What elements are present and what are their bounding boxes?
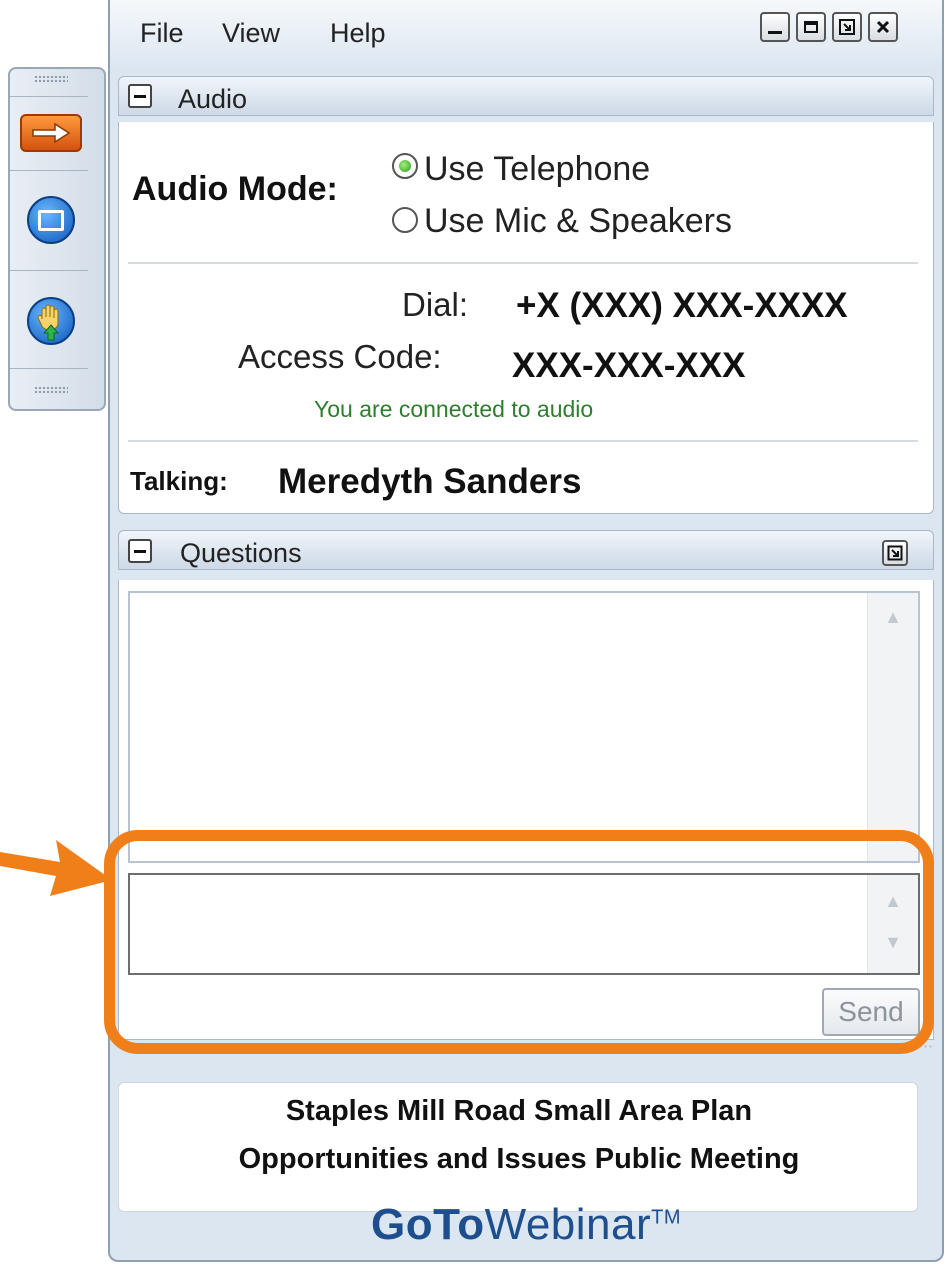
close-icon	[870, 14, 896, 40]
audio-divider	[128, 440, 918, 442]
toolbar-divider	[10, 170, 88, 171]
popout-icon	[884, 542, 906, 564]
audio-panel-title: Audio	[178, 84, 248, 114]
access-code-value: XXX-XXX-XXX	[512, 346, 746, 385]
audio-divider	[128, 262, 918, 264]
audio-mode-label: Audio Mode:	[132, 170, 338, 208]
collapse-questions-icon[interactable]	[128, 539, 152, 563]
talking-name: Meredyth Sanders	[278, 462, 582, 501]
arrow-right-icon[interactable]	[20, 114, 82, 152]
popout-questions-button[interactable]	[882, 540, 908, 566]
gotowebinar-logo: GoToWebinarTM	[370, 1200, 682, 1249]
minimize-button[interactable]	[760, 12, 790, 42]
toolbar-grip-top-icon[interactable]	[34, 75, 68, 83]
restore-icon	[834, 14, 860, 40]
toolbar-grip-bottom-icon[interactable]	[34, 386, 68, 394]
toolbar-divider	[10, 368, 88, 369]
talking-label: Talking:	[130, 466, 228, 496]
raise-hand-icon[interactable]	[27, 297, 75, 345]
radio-use-mic-speakers[interactable]	[392, 207, 418, 233]
menu-file[interactable]: File	[140, 18, 184, 49]
menu-help[interactable]: Help	[330, 18, 386, 49]
dial-label: Dial:	[402, 286, 469, 323]
minimize-icon	[762, 14, 788, 40]
toolbar-divider	[10, 270, 88, 271]
access-code-label: Access Code:	[238, 338, 442, 375]
menu-view[interactable]: View	[222, 18, 280, 49]
maximize-icon	[798, 14, 824, 40]
toolbar-divider	[10, 96, 88, 97]
dial-number: +X (XXX) XXX-XXXX	[516, 286, 848, 325]
meeting-title-line1: Staples Mill Road Small Area Plan	[285, 1095, 753, 1127]
use-telephone-label[interactable]: Use Telephone	[424, 150, 650, 189]
maximize-button[interactable]	[796, 12, 826, 42]
meeting-info-box: Staples Mill Road Small Area Plan Opport…	[118, 1082, 918, 1212]
use-mic-speakers-label[interactable]: Use Mic & Speakers	[424, 202, 732, 241]
questions-log[interactable]: ▲	[128, 591, 920, 863]
radio-use-telephone[interactable]	[392, 153, 418, 179]
audio-status-text: You are connected to audio	[314, 396, 594, 422]
question-area-highlight	[104, 830, 934, 1054]
screen-icon[interactable]	[27, 196, 75, 244]
collapse-audio-icon[interactable]	[128, 84, 152, 108]
questions-panel-title: Questions	[180, 538, 302, 568]
restore-button[interactable]	[832, 12, 862, 42]
scroll-up-icon[interactable]: ▲	[868, 607, 918, 628]
meeting-title-line2: Opportunities and Issues Public Meeting	[238, 1143, 800, 1175]
close-button[interactable]	[868, 12, 898, 42]
questions-log-scrollbar[interactable]: ▲	[867, 593, 918, 861]
